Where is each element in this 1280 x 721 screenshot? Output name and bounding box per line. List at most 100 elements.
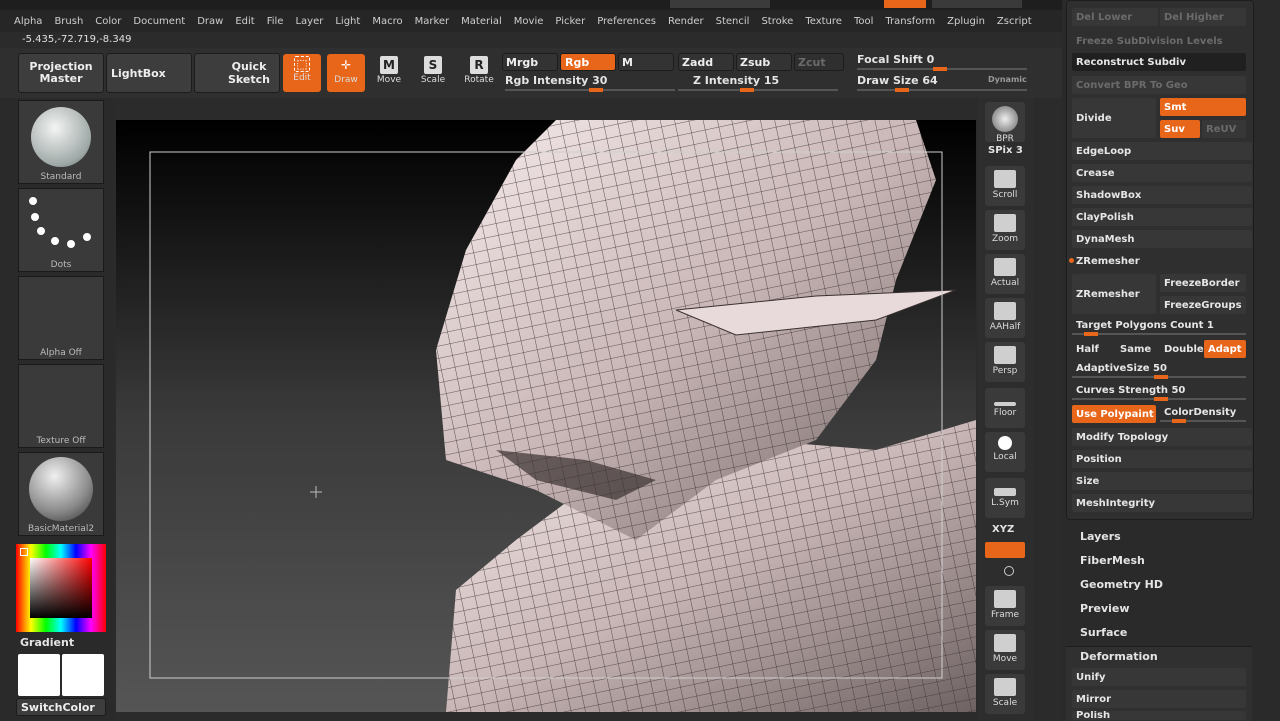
floor-button[interactable]: Floor (985, 388, 1025, 428)
move-mode-button[interactable]: M Move (370, 54, 408, 92)
position-subpalette[interactable]: Position (1072, 450, 1252, 468)
gradient-toggle[interactable]: Gradient (20, 636, 74, 649)
focal-shift-slider[interactable] (857, 67, 1027, 71)
menu-stencil[interactable]: Stencil (716, 16, 750, 27)
alpha-selector[interactable]: Alpha Off (18, 276, 104, 360)
rgb-intensity-slider[interactable] (505, 88, 675, 92)
scale-mode-button[interactable]: S Scale (414, 54, 452, 92)
target-polygons-slider[interactable]: Target Polygons Count 1 (1072, 316, 1246, 334)
zremesher-subpalette[interactable]: ZRemesher (1072, 252, 1252, 270)
lightbox-button[interactable]: LightBox (106, 53, 192, 93)
menu-zplugin[interactable]: Zplugin (947, 16, 985, 27)
m-button[interactable]: M (618, 53, 674, 71)
shadowbox-subpalette[interactable]: ShadowBox (1072, 186, 1252, 204)
main-color-swatch[interactable] (18, 654, 60, 696)
frame-button[interactable]: Frame (985, 586, 1025, 626)
reuv-button[interactable]: ReUV (1202, 120, 1246, 138)
modify-topology-subpalette[interactable]: Modify Topology (1072, 428, 1252, 446)
del-higher-button[interactable]: Del Higher (1160, 8, 1246, 26)
brush-selector[interactable]: Standard (18, 100, 104, 184)
rotate-z-icon[interactable] (1004, 566, 1014, 576)
adapt-toggle[interactable]: Adapt (1204, 340, 1246, 358)
lsym-button[interactable]: L.Sym (985, 478, 1025, 518)
actual-button[interactable]: Actual (985, 254, 1025, 294)
spix-slider[interactable]: SPix 3 (988, 145, 1023, 156)
draw-size-slider[interactable] (857, 88, 1027, 92)
zsub-button[interactable]: Zsub (736, 53, 792, 71)
menu-document[interactable]: Document (133, 16, 185, 27)
zadd-button[interactable]: Zadd (678, 53, 734, 71)
menu-texture[interactable]: Texture (805, 16, 842, 27)
quicksave-button[interactable] (670, 0, 770, 8)
use-polypaint-toggle[interactable]: Use Polypaint (1072, 405, 1156, 423)
material-selector[interactable]: BasicMaterial2 (18, 452, 104, 536)
menu-light[interactable]: Light (335, 16, 360, 27)
z-intensity-slider-label[interactable]: Z Intensity 15 (693, 74, 779, 87)
same-button[interactable]: Same (1116, 340, 1158, 358)
xyz-rotate-toggle[interactable]: XYZ (992, 524, 1014, 535)
color-density-track[interactable] (1160, 419, 1246, 423)
menu-edit[interactable]: Edit (235, 16, 254, 27)
local-button[interactable]: Local (985, 432, 1025, 472)
menu-movie[interactable]: Movie (514, 16, 544, 27)
reconstruct-subdiv-button[interactable]: Reconstruct Subdiv (1072, 53, 1246, 71)
scale-view-button[interactable]: Scale (985, 674, 1025, 714)
move-view-button[interactable]: Move (985, 630, 1025, 670)
crease-subpalette[interactable]: Crease (1072, 164, 1252, 182)
menu-render[interactable]: Render (668, 16, 704, 27)
preview-subpalette[interactable]: Preview (1080, 602, 1130, 615)
convert-bpr-button[interactable]: Convert BPR To Geo (1072, 76, 1246, 94)
quick-sketch-button[interactable]: Quick Sketch (194, 53, 280, 93)
rgb-intensity-slider-label[interactable]: Rgb Intensity 30 (505, 74, 607, 87)
menu-marker[interactable]: Marker (415, 16, 450, 27)
menu-material[interactable]: Material (461, 16, 502, 27)
menu-color[interactable]: Color (95, 16, 121, 27)
zoom-button[interactable]: Zoom (985, 210, 1025, 250)
texture-selector[interactable]: Texture Off (18, 364, 104, 448)
zremesher-button[interactable]: ZRemesher (1072, 274, 1156, 314)
size-subpalette[interactable]: Size (1072, 472, 1252, 490)
menus-button[interactable] (884, 0, 926, 8)
freeze-subdivision-button[interactable]: Freeze SubDivision Levels (1072, 32, 1246, 50)
switch-color-button[interactable]: SwitchColor (16, 698, 106, 716)
zscript-button[interactable] (932, 0, 1022, 8)
meshintegrity-subpalette[interactable]: MeshIntegrity (1072, 494, 1252, 512)
menu-alpha[interactable]: Alpha (14, 16, 42, 27)
focal-shift-slider-label[interactable]: Focal Shift 0 (857, 53, 934, 66)
draw-size-slider-label[interactable]: Draw Size 64 (857, 74, 938, 87)
menu-layer[interactable]: Layer (295, 16, 323, 27)
surface-subpalette[interactable]: Surface (1080, 626, 1127, 639)
zcut-button[interactable]: Zcut (794, 53, 844, 71)
suv-toggle[interactable]: Suv (1160, 120, 1200, 138)
geometry-hd-subpalette[interactable]: Geometry HD (1080, 578, 1163, 591)
menu-draw[interactable]: Draw (197, 16, 223, 27)
document-canvas[interactable] (116, 120, 976, 712)
menu-macro[interactable]: Macro (372, 16, 402, 27)
adaptive-size-track[interactable] (1072, 375, 1246, 379)
edgeloop-subpalette[interactable]: EdgeLoop (1072, 142, 1252, 160)
menu-transform[interactable]: Transform (885, 16, 935, 27)
rotate-mode-button[interactable]: R Rotate (460, 54, 498, 92)
mirror-button[interactable]: Mirror (1072, 690, 1246, 708)
dynamesh-subpalette[interactable]: DynaMesh (1072, 230, 1252, 248)
aahalf-button[interactable]: AAHalf (985, 298, 1025, 338)
layers-subpalette[interactable]: Layers (1080, 530, 1121, 543)
dynamic-toggle[interactable]: Dynamic (988, 75, 1027, 84)
projection-master-button[interactable]: Projection Master (18, 53, 104, 93)
mrgb-button[interactable]: Mrgb (502, 53, 558, 71)
half-button[interactable]: Half (1072, 340, 1114, 358)
curves-strength-track[interactable] (1072, 397, 1246, 401)
color-saturation-square[interactable] (30, 558, 92, 618)
unify-button[interactable]: Unify (1072, 668, 1246, 686)
del-lower-button[interactable]: Del Lower (1072, 8, 1158, 26)
menu-picker[interactable]: Picker (555, 16, 585, 27)
menu-zscript[interactable]: Zscript (997, 16, 1032, 27)
sculpt-viewport[interactable] (116, 120, 976, 712)
smt-toggle[interactable]: Smt (1160, 98, 1246, 116)
target-polygons-track[interactable] (1072, 332, 1246, 336)
edit-mode-button[interactable]: ⬚ Edit (283, 54, 321, 92)
rotate-y-toggle[interactable] (985, 542, 1025, 558)
freeze-border-toggle[interactable]: FreezeBorder (1160, 274, 1246, 292)
polish-slider[interactable]: Polish (1072, 711, 1246, 720)
divide-button[interactable]: Divide (1072, 98, 1156, 138)
